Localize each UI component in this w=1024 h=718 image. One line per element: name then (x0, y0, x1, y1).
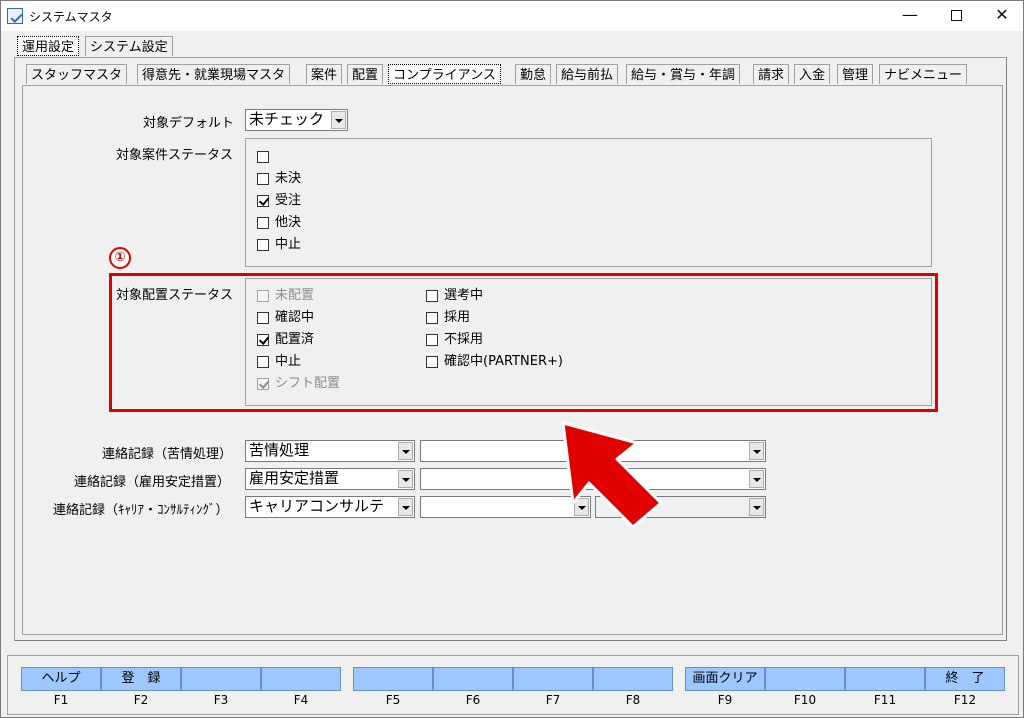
tab-placement[interactable]: 配置 (347, 64, 384, 84)
tab-attendance[interactable]: 勤怠 (515, 64, 552, 84)
chevron-down-icon (749, 442, 764, 460)
tab-payment[interactable]: 入金 (794, 64, 831, 84)
key-label-f10: F10 (793, 693, 817, 707)
key-label-f2: F2 (133, 693, 149, 707)
title-bar: システムマスタ — ✕ (1, 1, 1023, 31)
tab-compliance[interactable]: コンプライアンス (388, 64, 501, 84)
key-label-f7: F7 (545, 693, 561, 707)
f4-button[interactable] (261, 667, 341, 691)
app-icon (7, 8, 23, 24)
chevron-down-icon (749, 498, 764, 516)
key-label-f4: F4 (293, 693, 309, 707)
chevron-down-icon (398, 498, 413, 516)
case-status-group (245, 138, 932, 267)
default-select-value: 未チェック (249, 110, 325, 128)
key-label-f5: F5 (385, 693, 401, 707)
tab-navi-menu[interactable]: ナビメニュー (879, 64, 968, 84)
tab-salary-bonus[interactable]: 給与・賞与・年調 (626, 64, 741, 84)
checkbox-icon (257, 151, 269, 163)
clear-screen-button[interactable]: 画面クリア (685, 667, 765, 691)
exit-button[interactable]: 終 了 (925, 667, 1005, 691)
tab-salary-advance[interactable]: 給与前払 (556, 64, 619, 84)
key-label-f11: F11 (873, 693, 897, 707)
case-status-cancelled-label: 中止 (275, 237, 302, 252)
contact-complaint-label: 連絡記録（苦情処理） (102, 447, 233, 462)
contact-career-value: キャリアコンサルテ (249, 497, 385, 515)
tab-system-settings[interactable]: システム設定 (85, 36, 173, 56)
default-select[interactable]: 未チェック (245, 109, 348, 131)
case-status-pending-label: 未決 (275, 171, 302, 186)
contact-employment-label: 連絡記録（雇用安定措置） (74, 475, 231, 490)
tab-case[interactable]: 案件 (306, 64, 343, 84)
checkbox-icon (257, 173, 269, 185)
key-label-f6: F6 (465, 693, 481, 707)
contact-career-label: 連絡記録（ｷｬﾘｱ・ｺﾝｻﾙﾃｨﾝｸﾞ） (53, 503, 229, 518)
help-button[interactable]: ヘルプ (21, 667, 101, 691)
case-status-label: 対象案件ステータス (116, 148, 234, 163)
f8-button[interactable] (593, 667, 673, 691)
key-label-f1: F1 (53, 693, 69, 707)
chevron-down-icon (749, 470, 764, 488)
contact-complaint-select[interactable]: 苦情処理 (245, 440, 415, 462)
minimize-button[interactable]: — (887, 1, 933, 31)
case-status-lost-label: 他決 (275, 215, 302, 230)
red-arrow-icon (561, 421, 663, 529)
case-status-ordered-label: 受注 (275, 193, 302, 208)
annotation-marker: ① (109, 247, 131, 269)
f10-button[interactable] (765, 667, 845, 691)
default-label: 対象デフォルト (143, 116, 235, 131)
f7-button[interactable] (513, 667, 593, 691)
contact-complaint-value: 苦情処理 (249, 441, 310, 459)
window-title: システムマスタ (29, 10, 113, 24)
tab-staff-master[interactable]: スタッフマスタ (26, 64, 128, 84)
maximize-button[interactable] (933, 1, 979, 31)
maximize-icon (950, 10, 962, 21)
tab-management[interactable]: 管理 (837, 64, 874, 84)
key-label-f8: F8 (625, 693, 641, 707)
f3-button[interactable] (181, 667, 261, 691)
contact-career-select[interactable]: キャリアコンサルテ (245, 496, 415, 518)
f11-button[interactable] (845, 667, 925, 691)
app-window: システムマスタ — ✕ 運用設定 システム設定 スタッフマスタ 得意先・就業現場… (0, 0, 1024, 718)
close-button[interactable]: ✕ (979, 1, 1024, 31)
checkbox-icon (257, 239, 269, 251)
contact-employment-value: 雇用安定措置 (249, 469, 340, 487)
f6-button[interactable] (433, 667, 513, 691)
chevron-down-icon (398, 470, 413, 488)
f5-button[interactable] (353, 667, 433, 691)
key-label-f3: F3 (213, 693, 229, 707)
chevron-down-icon (331, 111, 346, 129)
tab-operation-settings[interactable]: 運用設定 (17, 36, 80, 56)
tab-billing[interactable]: 請求 (753, 64, 790, 84)
checkbox-checked-icon (257, 195, 269, 207)
highlight-box (109, 273, 938, 412)
register-button[interactable]: 登 録 (101, 667, 181, 691)
key-label-f9: F9 (717, 693, 733, 707)
contact-employment-select[interactable]: 雇用安定措置 (245, 468, 415, 490)
chevron-down-icon (398, 442, 413, 460)
key-label-f12: F12 (953, 693, 977, 707)
tab-client-site-master[interactable]: 得意先・就業現場マスタ (137, 64, 291, 84)
checkbox-icon (257, 217, 269, 229)
